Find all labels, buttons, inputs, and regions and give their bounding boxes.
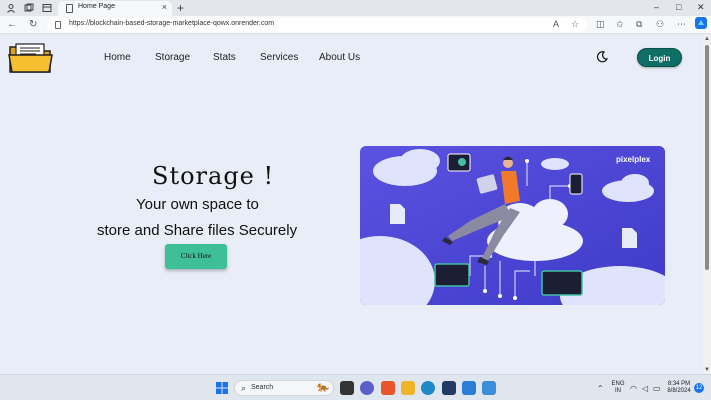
page-scrollbar[interactable]: ▲ ▼ [703,35,711,374]
url-text: https://blockchain-based-storage-marketp… [69,20,275,27]
dark-mode-toggle-icon[interactable] [596,50,609,63]
search-highlight-icon: 🐅 [316,382,329,393]
copilot-icon[interactable] [695,17,707,31]
chat-app-icon[interactable] [360,381,374,395]
taskbar-search-box[interactable]: ⌕ Search 🐅 [234,380,334,396]
url-field[interactable]: https://blockchain-based-storage-marketp… [47,18,587,32]
scroll-down-arrow-icon[interactable]: ▼ [704,367,710,373]
minimize-button[interactable]: – [654,2,659,12]
workspaces-icon[interactable] [24,3,34,13]
battery-icon[interactable]: ▭ [653,384,661,393]
profile-icon[interactable] [6,3,16,13]
brave-browser-icon[interactable] [381,381,395,395]
windows-start-icon[interactable] [215,381,229,395]
notification-badge[interactable]: 12 [694,383,704,393]
volume-icon[interactable]: ◁ [642,384,648,393]
language-line-2: IN [615,388,621,394]
nav-storage[interactable]: Storage [155,52,190,63]
split-screen-icon[interactable]: ◫ [596,19,605,30]
file-explorer-icon[interactable] [401,381,415,395]
new-tab-button[interactable]: + [177,1,184,15]
lock-icon [55,21,61,29]
web-page: Home Storage Stats Services About Us Log… [0,35,703,374]
task-view-icon[interactable] [340,381,354,395]
login-button[interactable]: Login [637,48,682,67]
address-bar-row: ← ↻ https://blockchain-based-storage-mar… [0,16,711,34]
more-menu-icon[interactable]: ⋯ [677,19,686,30]
nav-stats[interactable]: Stats [213,52,236,63]
favorites-icon[interactable]: ✩ [616,19,624,30]
clock-time: 8:34 PM [667,381,691,387]
close-tab-icon[interactable]: × [162,2,167,12]
tab-home-page[interactable]: Home Page × [58,1,172,16]
clock-date: 8/8/2024 [667,388,691,394]
hero-illustration: pixelplex [360,146,665,305]
browser-tab-bar: Home Page × + – □ ✕ [0,0,711,16]
collections-icon[interactable]: ⧉ [636,19,642,30]
scrollbar-thumb[interactable] [705,45,709,270]
folder-logo-icon[interactable] [8,42,54,74]
tray-overflow-chevron-icon[interactable]: ⌃ [597,384,604,393]
edge-browser-icon[interactable] [421,381,435,395]
click-here-button[interactable]: Click Here [165,244,227,269]
refresh-icon[interactable]: ↻ [29,19,37,31]
search-icon: ⌕ [241,383,247,393]
notepad-app-icon[interactable] [482,381,496,395]
illustration-brand-text: pixelplex [616,155,651,164]
hero-subtitle-line-2: store and Share files Securely [97,222,298,239]
wifi-icon[interactable]: ◠ [630,384,637,393]
search-label: Search [251,384,274,391]
page-icon [66,4,73,13]
store-app-icon[interactable] [442,381,456,395]
language-indicator[interactable]: ENG IN [611,381,625,395]
clock[interactable]: 8:34 PM 8/8/2024 [666,381,692,395]
tab-actions-icon[interactable] [42,3,52,13]
language-line-1: ENG [611,381,625,387]
nav-services[interactable]: Services [260,52,298,63]
extensions-icon[interactable]: ⚇ [656,19,664,30]
read-aloud-icon[interactable]: A [553,19,559,29]
tab-title: Home Page [78,3,115,10]
back-arrow-icon[interactable]: ← [7,19,17,31]
close-window-button[interactable]: ✕ [697,2,705,13]
maximize-button[interactable]: □ [676,2,681,12]
scroll-up-arrow-icon[interactable]: ▲ [704,36,710,42]
windows-taskbar: ⌕ Search 🐅 ⌃ ENG IN ◠ ◁ ▭ 8:34 PM 8/8/20… [0,374,711,400]
nav-home[interactable]: Home [104,52,131,63]
favorite-star-icon[interactable]: ☆ [571,19,579,30]
nav-about-us[interactable]: About Us [319,52,360,63]
hero-title: Storage ! [152,162,275,190]
vscode-app-icon[interactable] [462,381,476,395]
hero-subtitle-line-1: Your own space to [136,196,259,213]
